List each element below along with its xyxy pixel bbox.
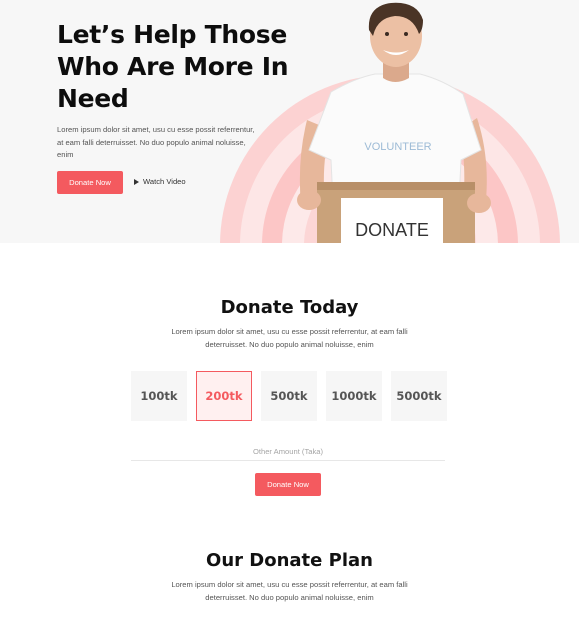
watch-video-label: Watch Video (143, 177, 186, 186)
watch-video-link[interactable]: Watch Video (134, 177, 186, 186)
donate-today-description: Lorem ipsum dolor sit amet, usu cu esse … (171, 327, 408, 349)
box-text: DONATE (355, 220, 429, 240)
amount-option-200[interactable]: 200tk (196, 371, 252, 421)
other-amount-input[interactable] (131, 443, 445, 461)
amount-options: 100tk 200tk 500tk 1000tk 5000tk (131, 371, 447, 421)
volunteer-photo: VOLUNTEER DONATE (297, 2, 491, 243)
amount-option-500[interactable]: 500tk (261, 371, 317, 421)
donate-today-title: Donate Today (220, 297, 359, 318)
hero-section: Let’s Help Those Who Are More In Need Lo… (0, 0, 579, 243)
amount-option-100[interactable]: 100tk (131, 371, 187, 421)
amount-option-5000[interactable]: 5000tk (391, 371, 447, 421)
hero-donate-button[interactable]: Donate Now (57, 171, 123, 194)
amount-option-1000[interactable]: 1000tk (326, 371, 382, 421)
shirt-text: VOLUNTEER (364, 141, 431, 153)
donate-now-button[interactable]: Donate Now (255, 473, 321, 496)
donate-plan-title: Our Donate Plan (206, 550, 373, 571)
play-icon (134, 178, 139, 185)
donate-plan-description: Lorem ipsum dolor sit amet, usu cu esse … (171, 580, 408, 602)
